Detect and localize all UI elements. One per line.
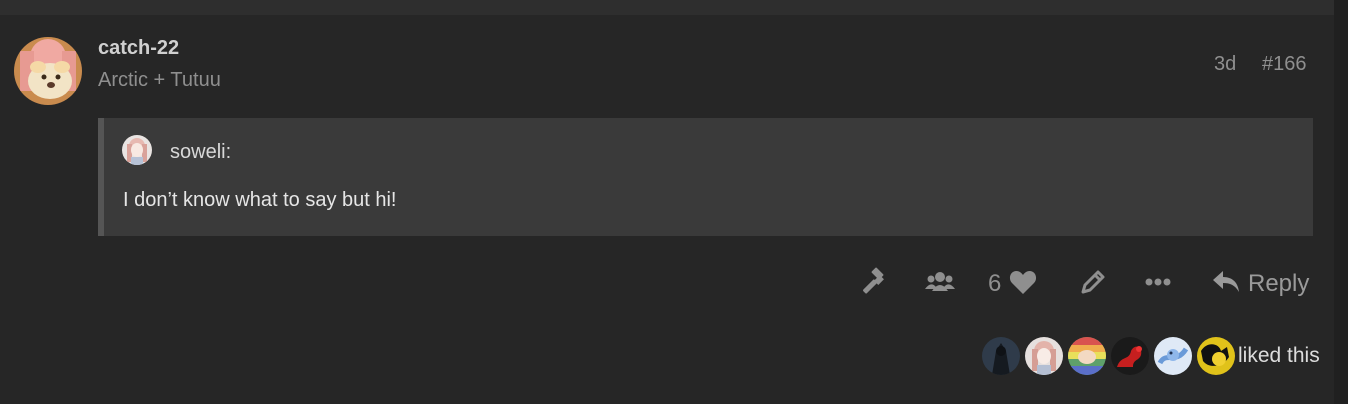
liked-this-label: liked this — [1238, 344, 1320, 367]
liker-avatar[interactable] — [1154, 337, 1192, 375]
post-date[interactable]: 3d — [1214, 53, 1236, 76]
liker-avatar[interactable] — [1068, 337, 1106, 375]
post-number[interactable]: #166 — [1262, 53, 1307, 76]
post-username[interactable]: catch-22 — [98, 37, 179, 60]
group-icon — [924, 267, 956, 302]
more-actions-button[interactable] — [1142, 269, 1174, 299]
quote-author-avatar[interactable] — [122, 135, 152, 165]
ellipsis-icon — [1142, 267, 1174, 302]
quote-text: I don’t know what to say but hi! — [123, 189, 397, 211]
liked-by-list: liked this — [982, 337, 1320, 375]
like-button[interactable]: 6 — [988, 269, 1037, 299]
admin-button[interactable] — [860, 267, 890, 302]
heart-icon — [1009, 269, 1037, 300]
reply-arrow-icon — [1212, 269, 1240, 300]
reply-label: Reply — [1248, 270, 1310, 297]
user-avatar[interactable] — [14, 37, 82, 105]
top-divider — [0, 0, 1334, 15]
like-count: 6 — [988, 270, 1002, 297]
group-button[interactable] — [924, 269, 956, 299]
liker-avatar[interactable] — [982, 337, 1020, 375]
quote-block: soweli: I don’t know what to say but hi! — [98, 118, 1313, 236]
pencil-icon — [1078, 267, 1108, 302]
gavel-icon — [860, 267, 890, 302]
user-title: Arctic + Tutuu — [98, 69, 221, 91]
liker-avatar[interactable] — [1111, 337, 1149, 375]
scroll-gutter — [1334, 0, 1348, 404]
edit-button[interactable] — [1078, 269, 1108, 299]
liker-avatar[interactable] — [1197, 337, 1235, 375]
reply-button[interactable]: Reply — [1212, 268, 1309, 300]
forum-post: catch-22 Arctic + Tutuu 3d #166 soweli: … — [0, 15, 1334, 404]
liker-avatar[interactable] — [1025, 337, 1063, 375]
quote-author[interactable]: soweli: — [170, 141, 231, 164]
